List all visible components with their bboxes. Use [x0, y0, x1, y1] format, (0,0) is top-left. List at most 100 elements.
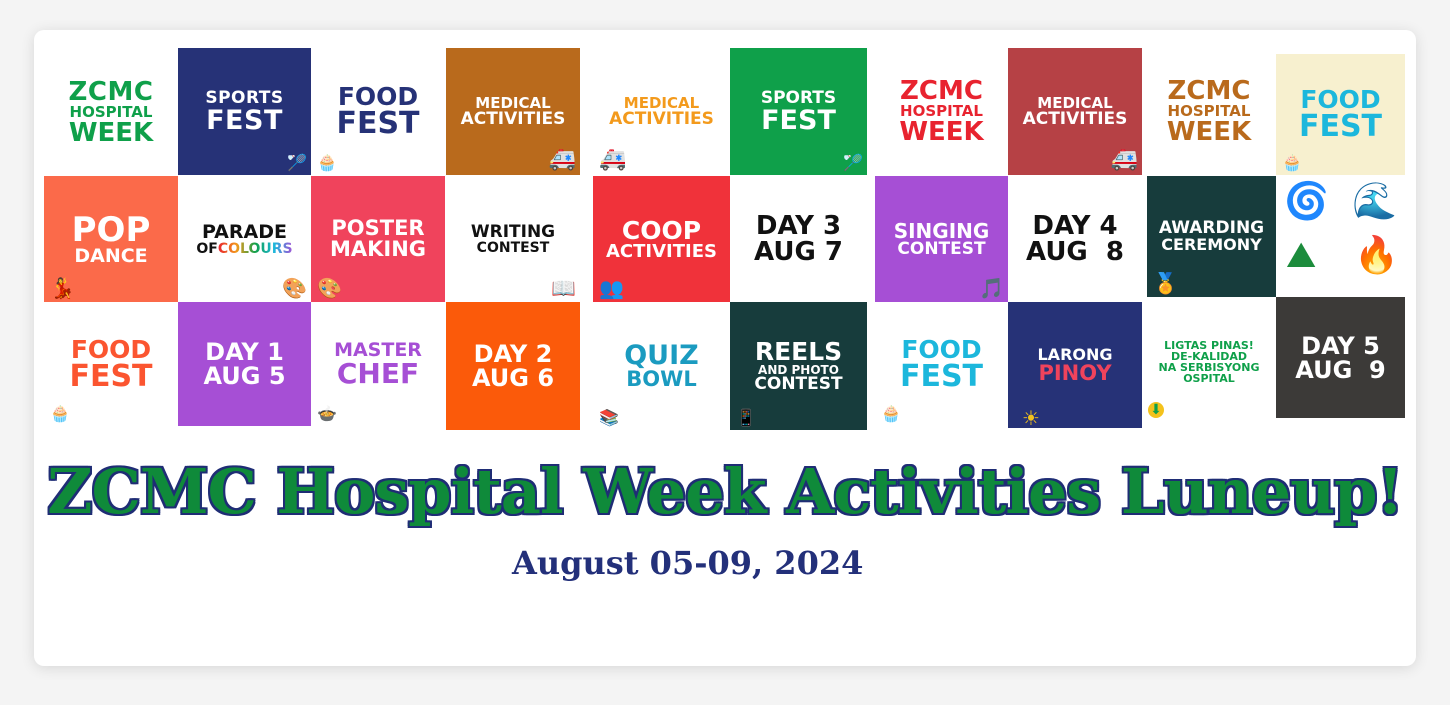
tile-line: DAY 3 — [755, 211, 842, 241]
sun-icon: ☀ — [1022, 406, 1040, 428]
phone-icon: 📱 — [736, 408, 756, 427]
medal-icon: 🏅 — [1153, 271, 1178, 295]
cupcake-icon: 🧁 — [317, 153, 337, 172]
tile-line: DAY 1 — [205, 338, 284, 366]
tile-line: CONTEST — [476, 239, 550, 256]
tile-line: ACTIVITIES — [609, 108, 714, 129]
ambulance-icon: 🚑 — [1110, 147, 1138, 172]
tile-day-3: DAY 3 AUG 7 — [730, 176, 867, 302]
tile-line: OF — [196, 240, 218, 257]
tile-line: CHEF — [336, 356, 420, 390]
tile-food-fest: FOOD FEST 🧁 — [311, 48, 445, 175]
tile-line: FEST — [761, 104, 836, 136]
palette-icon: 🎨 — [282, 276, 307, 300]
tile-line: COOP — [621, 215, 702, 245]
tile-line: PARADE — [202, 220, 287, 243]
tile-zcmc-hospital-week: ZCMC HOSPITAL WEEK — [44, 48, 178, 176]
tile-line: QUIZ — [624, 340, 699, 371]
tile-day-4: DAY 4 AUG 8 — [1008, 176, 1142, 302]
racket-icon: 🏸 — [843, 153, 863, 172]
tile-line: DAY 4 — [1032, 211, 1118, 241]
tile-food-fest: FOOD FEST 🧁 — [1276, 54, 1405, 175]
tile-zcmc-hospital-week: ZCMC HOSPITAL WEEK — [1142, 48, 1276, 175]
tile-line: SPORTS — [205, 87, 284, 108]
tile-line: FOOD — [901, 334, 982, 364]
tile-food-fest: FOOD FEST 🧁 — [875, 302, 1008, 426]
racket-icon: 🏸 — [287, 153, 307, 172]
tile-line: POSTER — [331, 216, 425, 240]
tile-line: FEST — [899, 358, 984, 394]
tile-larong-pinoy: LARONG PINOY ☀ — [1008, 302, 1142, 428]
tile-line: OSPITAL — [1183, 372, 1235, 385]
tile-day-1: DAY 1 AUG 5 — [178, 302, 311, 426]
tile-day-5: DAY 5 AUG 9 — [1276, 297, 1405, 418]
pot-icon: 🍲 — [317, 404, 337, 423]
page-subtitle: August 05-09, 2024 — [512, 544, 864, 582]
palette-icon: 🎨 — [317, 276, 342, 300]
earth-icon: ⛰ — [1286, 235, 1317, 276]
tile-master-chef: MASTER CHEF 🍲 — [311, 302, 445, 426]
arrow-down-icon: ⬇ — [1148, 402, 1164, 418]
tile-poster-making: POSTER MAKING 🎨 — [311, 176, 445, 302]
tile-line: REELS — [754, 337, 843, 366]
cupcake-icon: 🧁 — [881, 404, 901, 423]
tile-quiz-bowl: QUIZ BOWL 📚 — [593, 302, 730, 430]
tile-sports-fest: SPORTS FEST 🏸 — [178, 48, 311, 175]
tile-line: COLOURS — [217, 240, 293, 257]
tile-line: SINGING — [893, 218, 990, 243]
tile-line: WEEK — [899, 117, 984, 147]
tile-line: SPORTS — [760, 87, 837, 108]
tile-line: FEST — [1298, 109, 1383, 144]
books-icon: 📚 — [599, 408, 619, 427]
tile-line: CONTEST — [897, 238, 986, 259]
tile-line: ACTIVITIES — [1022, 108, 1128, 129]
tile-medical-activities: MEDICAL ACTIVITIES 🚑 — [1008, 48, 1142, 175]
page-title: ZCMC Hospital Week Activities Luneup! — [47, 455, 1403, 528]
tile-line: FOOD — [70, 334, 152, 364]
cupcake-icon: 🧁 — [50, 404, 70, 423]
tile-line: DAY 2 — [473, 340, 553, 368]
tile-line: ZCMC — [900, 76, 983, 106]
tile-ligtas-pinas: LIGTAS PINAS! DE-KALIDAD NA SERBISYONG O… — [1142, 302, 1276, 422]
tile-line: WRITING — [470, 221, 556, 242]
tile-writing-contest: WRITING CONTEST 📖 — [446, 176, 580, 302]
tile-line: AUG 9 — [1295, 355, 1386, 384]
tile-awarding-ceremony: AWARDING CEREMONY 🏅 — [1147, 176, 1276, 297]
tile-line: CEREMONY — [1161, 235, 1262, 254]
tile-line: PINOY — [1038, 360, 1112, 385]
fire-icon: 🔥 — [1354, 235, 1399, 276]
tile-sports-fest: SPORTS FEST 🏸 — [730, 48, 867, 175]
tile-line: MAKING — [329, 237, 427, 261]
tile-line: ACTIVITIES — [606, 240, 717, 262]
tile-line: WEEK — [68, 117, 154, 148]
tile-line: AUG 8 — [1026, 237, 1124, 267]
water-icon: 🌊 — [1352, 181, 1397, 222]
tile-line: BOWL — [626, 367, 697, 391]
people-icon: 👥 — [599, 276, 624, 300]
tile-coop-activities: COOP ACTIVITIES 👥 — [593, 176, 730, 302]
tile-medical-activities: MEDICAL ACTIVITIES 🚑 — [446, 48, 580, 175]
tile-pop-dance: POP DANCE 💃 — [44, 176, 178, 302]
tile-line: DANCE — [74, 244, 148, 267]
tile-line: ZCMC — [68, 76, 154, 107]
book-icon: 📖 — [551, 276, 576, 300]
tile-zcmc-hospital-week: ZCMC HOSPITAL WEEK — [875, 48, 1008, 175]
tile-parade-of-colours: PARADE OFCOLOURS 🎨 — [178, 176, 311, 302]
air-icon: 🌀 — [1284, 181, 1329, 222]
tile-line: ACTIVITIES — [460, 108, 566, 129]
tile-reels-and-photo-contest: REELS AND PHOTO CONTEST 📱 — [730, 302, 867, 430]
tile-line: AUG 5 — [203, 362, 286, 390]
tile-line: POP — [71, 209, 151, 250]
cupcake-icon: 🧁 — [1282, 153, 1302, 172]
tile-singing-contest: SINGING CONTEST 🎵 — [875, 176, 1008, 302]
tile-line: FEST — [336, 106, 420, 141]
tile-line: AUG 6 — [471, 364, 555, 392]
tile-medical-activities: MEDICAL ACTIVITIES 🚑 — [593, 48, 730, 175]
tile-line: DAY 5 — [1301, 331, 1380, 360]
dancer-icon: 💃 — [50, 276, 75, 300]
tile-line: CONTEST — [754, 374, 843, 394]
tile-line: ZCMC — [1167, 76, 1251, 106]
tile-line: WEEK — [1166, 117, 1252, 147]
ambulance-icon: 🚑 — [548, 147, 576, 172]
ambulance-icon: 🚑 — [599, 147, 627, 172]
